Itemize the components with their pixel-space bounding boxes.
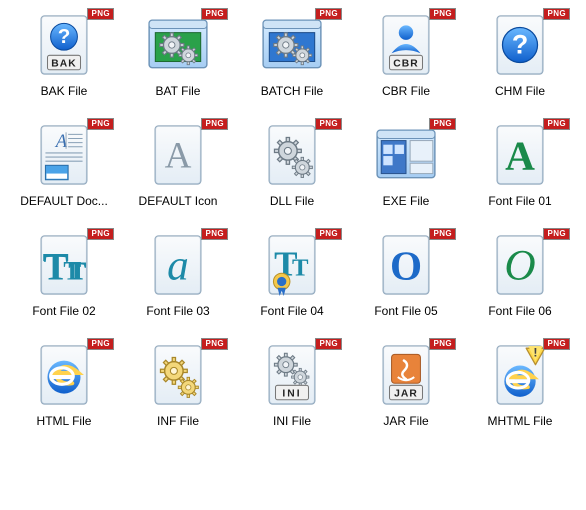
file-label: Font File 03 (146, 304, 209, 318)
file-label: BAK File (41, 84, 88, 98)
file-label: JAR File (383, 414, 428, 428)
file-item-batch[interactable]: PNG BATCH File (236, 10, 348, 98)
file-item-font03[interactable]: PNG Font File 03 (122, 230, 234, 318)
file-item-bak[interactable]: PNG BAK File (8, 10, 120, 98)
file-icon-grid: PNG BAK File PNG BAT File PNG BATCH File PNG CB… (8, 10, 578, 428)
file-item-mhtml[interactable]: PNG MHTML File (464, 340, 576, 428)
file-label: INI File (273, 414, 311, 428)
png-badge: PNG (543, 8, 570, 20)
png-badge: PNG (315, 118, 342, 130)
png-badge: PNG (201, 118, 228, 130)
exe-icon (371, 120, 441, 190)
png-badge: PNG (543, 118, 570, 130)
inf-icon (143, 340, 213, 410)
file-label: CBR File (382, 84, 430, 98)
png-badge: PNG (429, 8, 456, 20)
png-badge: PNG (429, 118, 456, 130)
file-item-font02[interactable]: PNG Font File 02 (8, 230, 120, 318)
file-item-font01[interactable]: PNG Font File 01 (464, 120, 576, 208)
dll-icon (257, 120, 327, 190)
file-label: Font File 05 (374, 304, 437, 318)
font03-icon (143, 230, 213, 300)
file-item-cbr[interactable]: PNG CBR File (350, 10, 462, 98)
font02-icon (29, 230, 99, 300)
png-badge: PNG (429, 338, 456, 350)
file-label: DLL File (270, 194, 314, 208)
default-doc-icon (29, 120, 99, 190)
file-label: DEFAULT Icon (139, 194, 218, 208)
ini-icon (257, 340, 327, 410)
file-label: Font File 04 (260, 304, 323, 318)
mhtml-icon (485, 340, 555, 410)
bat-icon (143, 10, 213, 80)
png-badge: PNG (201, 228, 228, 240)
bak-icon (29, 10, 99, 80)
png-badge: PNG (315, 338, 342, 350)
file-label: EXE File (383, 194, 430, 208)
file-item-ini[interactable]: PNG INI File (236, 340, 348, 428)
file-label: CHM File (495, 84, 545, 98)
file-item-font06[interactable]: PNG Font File 06 (464, 230, 576, 318)
png-badge: PNG (429, 228, 456, 240)
chm-icon (485, 10, 555, 80)
file-label: Font File 06 (488, 304, 551, 318)
file-item-exe[interactable]: PNG EXE File (350, 120, 462, 208)
png-badge: PNG (543, 338, 570, 350)
png-badge: PNG (87, 228, 114, 240)
file-label: BATCH File (261, 84, 323, 98)
file-item-jar[interactable]: PNG JAR File (350, 340, 462, 428)
file-item-chm[interactable]: PNG CHM File (464, 10, 576, 98)
batch-icon (257, 10, 327, 80)
font01-icon (485, 120, 555, 190)
png-badge: PNG (201, 338, 228, 350)
png-badge: PNG (87, 338, 114, 350)
cbr-icon (371, 10, 441, 80)
png-badge: PNG (315, 8, 342, 20)
png-badge: PNG (87, 8, 114, 20)
jar-icon (371, 340, 441, 410)
file-item-default-doc[interactable]: PNG DEFAULT Doc... (8, 120, 120, 208)
file-label: HTML File (37, 414, 92, 428)
png-badge: PNG (543, 228, 570, 240)
html-icon (29, 340, 99, 410)
png-badge: PNG (201, 8, 228, 20)
file-label: MHTML File (488, 414, 553, 428)
font05-icon (371, 230, 441, 300)
file-item-font05[interactable]: PNG Font File 05 (350, 230, 462, 318)
file-label: BAT File (156, 84, 201, 98)
file-item-dll[interactable]: PNG DLL File (236, 120, 348, 208)
file-label: DEFAULT Doc... (20, 194, 108, 208)
font04-icon (257, 230, 327, 300)
file-item-html[interactable]: PNG HTML File (8, 340, 120, 428)
file-item-font04[interactable]: PNG Font File 04 (236, 230, 348, 318)
default-icon-icon (143, 120, 213, 190)
file-item-inf[interactable]: PNG INF File (122, 340, 234, 428)
file-item-bat[interactable]: PNG BAT File (122, 10, 234, 98)
file-label: INF File (157, 414, 199, 428)
file-item-default-icon[interactable]: PNG DEFAULT Icon (122, 120, 234, 208)
file-label: Font File 01 (488, 194, 551, 208)
file-label: Font File 02 (32, 304, 95, 318)
font06-icon (485, 230, 555, 300)
png-badge: PNG (87, 118, 114, 130)
png-badge: PNG (315, 228, 342, 240)
